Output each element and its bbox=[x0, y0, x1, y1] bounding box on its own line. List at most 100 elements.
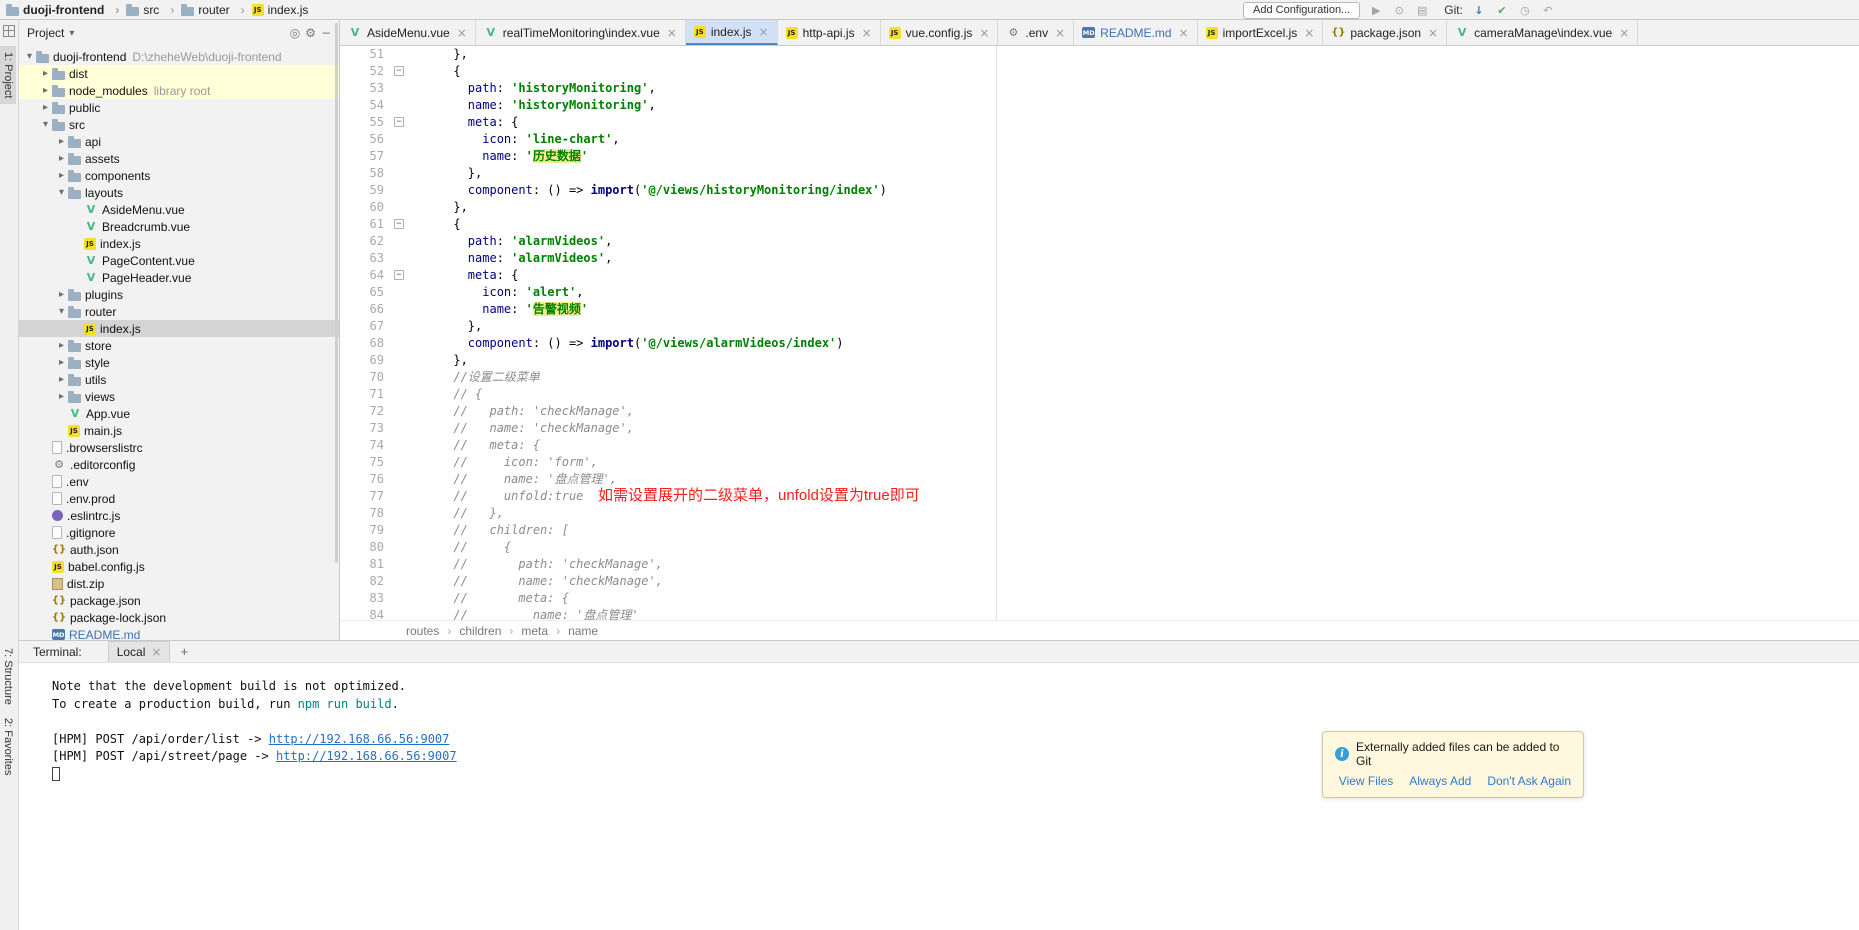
breadcrumb-name[interactable]: name bbox=[568, 624, 598, 638]
breadcrumb-project[interactable]: duoji-frontend bbox=[6, 3, 126, 17]
editor-tab-importExcel.js[interactable]: importExcel.js× bbox=[1198, 20, 1324, 45]
close-tab-icon[interactable]: × bbox=[667, 26, 677, 40]
tree-item-main.js[interactable]: main.js bbox=[19, 422, 339, 439]
tree-item-router[interactable]: ▾router bbox=[19, 303, 339, 320]
chevron-right-icon[interactable]: ▸ bbox=[39, 68, 52, 79]
close-tab-icon[interactable]: × bbox=[1428, 26, 1438, 40]
code-line-55[interactable]: 55− meta: { bbox=[340, 114, 1859, 131]
terminal-tab-local[interactable]: Local × bbox=[108, 641, 171, 662]
chevron-down-icon[interactable]: ▾ bbox=[55, 187, 68, 198]
code-line-70[interactable]: 70 //设置二级菜单 bbox=[340, 369, 1859, 386]
tree-item-store[interactable]: ▸store bbox=[19, 337, 339, 354]
code-line-61[interactable]: 61− { bbox=[340, 216, 1859, 233]
run-icon[interactable]: ▶ bbox=[1369, 4, 1383, 17]
code-line-57[interactable]: 57 name: '历史数据' bbox=[340, 148, 1859, 165]
code-line-82[interactable]: 82 // name: 'checkManage', bbox=[340, 573, 1859, 590]
add-configuration-button[interactable]: Add Configuration... bbox=[1243, 2, 1360, 19]
breadcrumb-file[interactable]: index.js bbox=[252, 3, 309, 17]
chevron-right-icon[interactable]: ▸ bbox=[55, 357, 68, 368]
history-icon[interactable]: ◷ bbox=[1518, 4, 1532, 17]
tree-item-README.md[interactable]: README.md bbox=[19, 626, 339, 640]
close-tab-icon[interactable]: × bbox=[1304, 26, 1314, 40]
editor-tab-realTimeMonitoring\index.vue[interactable]: realTimeMonitoring\index.vue× bbox=[476, 20, 686, 45]
git-update-icon[interactable]: ↓ bbox=[1472, 4, 1486, 17]
tree-item-duoji-frontend[interactable]: ▾duoji-frontendD:\zheheWeb\duoji-fronten… bbox=[19, 48, 339, 65]
tree-item-package.json[interactable]: package.json bbox=[19, 592, 339, 609]
tool-window-button-project[interactable]: 1: Project bbox=[0, 46, 16, 104]
tree-item-.env.prod[interactable]: .env.prod bbox=[19, 490, 339, 507]
tree-item-PageContent.vue[interactable]: PageContent.vue bbox=[19, 252, 339, 269]
tree-item-layouts[interactable]: ▾layouts bbox=[19, 184, 339, 201]
tree-item-package-lock.json[interactable]: package-lock.json bbox=[19, 609, 339, 626]
code-line-58[interactable]: 58 }, bbox=[340, 165, 1859, 182]
tree-item-components[interactable]: ▸components bbox=[19, 167, 339, 184]
view-files-link[interactable]: View Files bbox=[1339, 774, 1393, 788]
tree-item-.editorconfig[interactable]: .editorconfig bbox=[19, 456, 339, 473]
close-tab-icon[interactable]: × bbox=[1619, 26, 1629, 40]
editor-tab-vue.config.js[interactable]: vue.config.js× bbox=[881, 20, 999, 45]
chevron-right-icon[interactable]: ▸ bbox=[39, 85, 52, 96]
tree-item-babel.config.js[interactable]: babel.config.js bbox=[19, 558, 339, 575]
tree-item-Breadcrumb.vue[interactable]: Breadcrumb.vue bbox=[19, 218, 339, 235]
breadcrumb-routes[interactable]: routes bbox=[406, 624, 459, 638]
terminal-link[interactable]: http://192.168.66.56:9007 bbox=[276, 749, 457, 763]
code-line-62[interactable]: 62 path: 'alarmVideos', bbox=[340, 233, 1859, 250]
tree-item-style[interactable]: ▸style bbox=[19, 354, 339, 371]
code-line-67[interactable]: 67 }, bbox=[340, 318, 1859, 335]
code-line-77[interactable]: 77 // unfold:true bbox=[340, 488, 1859, 505]
tree-item-auth.json[interactable]: auth.json bbox=[19, 541, 339, 558]
code-line-69[interactable]: 69 }, bbox=[340, 352, 1859, 369]
debug-icon[interactable]: ⊙ bbox=[1392, 4, 1406, 17]
editor-tab-package.json[interactable]: package.json× bbox=[1323, 20, 1447, 45]
tree-item-api[interactable]: ▸api bbox=[19, 133, 339, 150]
close-tab-icon[interactable]: × bbox=[1179, 26, 1189, 40]
editor-tab-index.js[interactable]: index.js× bbox=[686, 20, 778, 45]
code-line-83[interactable]: 83 // meta: { bbox=[340, 590, 1859, 607]
tree-item-src[interactable]: ▾src bbox=[19, 116, 339, 133]
fold-icon[interactable]: − bbox=[394, 66, 404, 76]
tree-item-.gitignore[interactable]: .gitignore bbox=[19, 524, 339, 541]
tool-windows-icon[interactable] bbox=[3, 25, 15, 37]
code-line-60[interactable]: 60 }, bbox=[340, 199, 1859, 216]
fold-icon[interactable]: − bbox=[394, 117, 404, 127]
editor-tab-cameraManage\index.vue[interactable]: cameraManage\index.vue× bbox=[1447, 20, 1638, 45]
tool-window-button-structure[interactable]: 7: Structure bbox=[0, 642, 16, 711]
tree-item-utils[interactable]: ▸utils bbox=[19, 371, 339, 388]
chevron-right-icon[interactable]: ▸ bbox=[55, 340, 68, 351]
breadcrumb-src[interactable]: src bbox=[126, 3, 181, 17]
new-terminal-icon[interactable]: + bbox=[180, 644, 188, 659]
code-line-81[interactable]: 81 // path: 'checkManage', bbox=[340, 556, 1859, 573]
terminal-link[interactable]: http://192.168.66.56:9007 bbox=[269, 732, 450, 746]
tree-item-.env[interactable]: .env bbox=[19, 473, 339, 490]
git-commit-icon[interactable]: ✔ bbox=[1495, 4, 1509, 17]
code-line-84[interactable]: 84 // name: '盘点管理' bbox=[340, 607, 1859, 620]
code-line-80[interactable]: 80 // { bbox=[340, 539, 1859, 556]
chevron-right-icon[interactable]: ▸ bbox=[55, 391, 68, 402]
chevron-right-icon[interactable]: ▸ bbox=[55, 289, 68, 300]
breadcrumb-meta[interactable]: meta bbox=[521, 624, 568, 638]
code-line-66[interactable]: 66 name: '告警视频' bbox=[340, 301, 1859, 318]
code-line-72[interactable]: 72 // path: 'checkManage', bbox=[340, 403, 1859, 420]
tool-window-button-favorites[interactable]: 2: Favorites bbox=[0, 712, 16, 781]
code-line-73[interactable]: 73 // name: 'checkManage', bbox=[340, 420, 1859, 437]
editor-tab-http-api.js[interactable]: http-api.js× bbox=[778, 20, 881, 45]
settings-icon[interactable]: ⚙ bbox=[305, 26, 316, 40]
code-line-56[interactable]: 56 icon: 'line-chart', bbox=[340, 131, 1859, 148]
code-line-63[interactable]: 63 name: 'alarmVideos', bbox=[340, 250, 1859, 267]
chevron-down-icon[interactable]: ▾ bbox=[39, 119, 52, 130]
code-line-53[interactable]: 53 path: 'historyMonitoring', bbox=[340, 80, 1859, 97]
fold-icon[interactable]: − bbox=[394, 219, 404, 229]
close-tab-icon[interactable]: × bbox=[759, 25, 769, 39]
tree-item-.browserslistrc[interactable]: .browserslistrc bbox=[19, 439, 339, 456]
close-tab-icon[interactable]: × bbox=[457, 26, 467, 40]
dont-ask-again-link[interactable]: Don't Ask Again bbox=[1487, 774, 1571, 788]
code-line-68[interactable]: 68 component: () => import('@/views/alar… bbox=[340, 335, 1859, 352]
tree-scrollbar[interactable] bbox=[335, 23, 338, 563]
tree-item-plugins[interactable]: ▸plugins bbox=[19, 286, 339, 303]
always-add-link[interactable]: Always Add bbox=[1409, 774, 1471, 788]
fold-icon[interactable]: − bbox=[394, 270, 404, 280]
code-line-54[interactable]: 54 name: 'historyMonitoring', bbox=[340, 97, 1859, 114]
tree-item-AsideMenu.vue[interactable]: AsideMenu.vue bbox=[19, 201, 339, 218]
tree-item-dist[interactable]: ▸dist bbox=[19, 65, 339, 82]
project-panel-title[interactable]: Project bbox=[27, 26, 64, 40]
